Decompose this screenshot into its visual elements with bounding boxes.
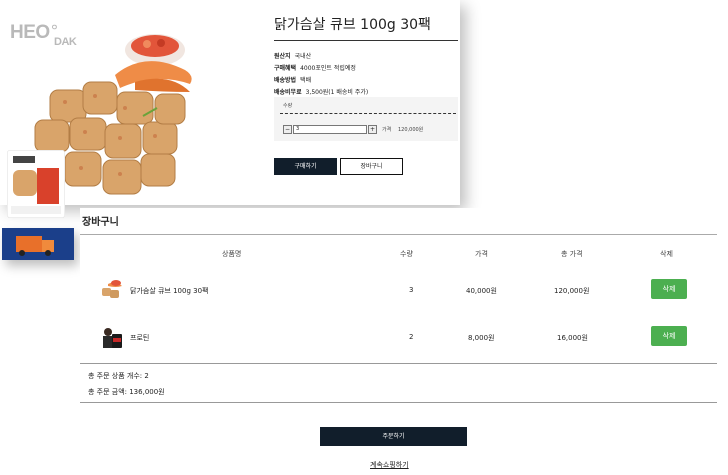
header-quantity: 수량	[400, 250, 413, 258]
delete-button[interactable]: 삭제	[651, 279, 687, 299]
quantity-option-label: 수량	[283, 103, 293, 109]
price-label: 가격	[382, 127, 392, 133]
continue-shopping-link[interactable]: 계속쇼핑하기	[370, 460, 409, 470]
product-spec-list: 원산지 국내산 구매혜택 4000포인트 적립예정 배송방법 택배 배송비무료 3,50…	[274, 51, 368, 99]
cart-item-total: 16,000원	[557, 334, 588, 342]
header-delete: 삭제	[660, 250, 673, 258]
order-total-amount: 총 주문 금액: 136,000원	[88, 388, 165, 396]
quantity-increase-button[interactable]: +	[368, 125, 377, 134]
buy-button[interactable]: 구매하기	[274, 158, 337, 175]
cart-item-qty: 2	[409, 333, 414, 341]
cart-item-qty: 3	[409, 286, 414, 294]
add-to-cart-button[interactable]: 장바구니	[340, 158, 403, 175]
price-value: 120,000원	[398, 127, 424, 133]
product-package-image	[7, 150, 65, 218]
product-detail-page: HEOㅇ DAK 닭가슴살 큐브 100g 30팩 원산지 국내산 구매혜택 4…	[0, 0, 460, 205]
divider	[280, 113, 456, 114]
cart-item-name[interactable]: 닭가슴살 큐브 100g 30팩	[130, 286, 208, 296]
delivery-banner-image	[2, 228, 74, 260]
header-price: 가격	[475, 250, 488, 258]
product-title: 닭가슴살 큐브 100g 30팩	[274, 14, 458, 41]
cart-item-price: 8,000원	[468, 334, 495, 342]
cart-panel: 장바구니 상품명 수량 가격 총 가격 삭제 닭가슴살 큐브 100g 30팩 …	[80, 208, 728, 475]
header-total: 총 가격	[561, 250, 583, 258]
delete-button[interactable]: 삭제	[651, 326, 687, 346]
header-product-name: 상품명	[222, 250, 242, 258]
spec-row: 구매혜택 4000포인트 적립예정	[274, 65, 356, 72]
divider	[80, 234, 717, 235]
cart-item-price: 40,000원	[466, 287, 497, 295]
spec-row: 원산지 국내산	[274, 53, 312, 60]
quantity-decrease-button[interactable]: −	[283, 125, 292, 134]
divider	[80, 402, 717, 403]
quantity-option-box: 수량 − 3 + 가격 120,000원	[274, 97, 458, 141]
spec-row: 배송방법 택배	[274, 77, 312, 84]
cart-item-name[interactable]: 프로틴	[130, 333, 149, 343]
quantity-input[interactable]: 3	[293, 125, 367, 134]
order-item-count: 총 주문 상품 개수: 2	[88, 372, 149, 380]
protein-thumbnail	[103, 328, 122, 348]
cart-title: 장바구니	[82, 217, 119, 228]
chicken-cube-thumbnail	[102, 280, 122, 298]
product-detail: 닭가슴살 큐브 100g 30팩	[274, 14, 458, 41]
divider	[80, 363, 717, 364]
cart-item-total: 120,000원	[554, 287, 590, 295]
order-button[interactable]: 주문하기	[320, 427, 467, 446]
